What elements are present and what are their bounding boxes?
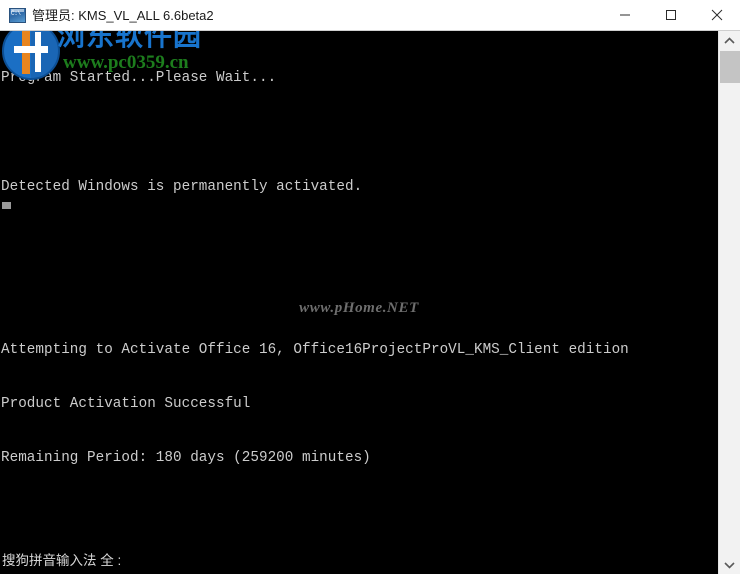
console-line: Remaining Period: 180 days (259200 minut… — [1, 450, 371, 467]
window-controls — [602, 0, 740, 30]
console-line: Program Started...Please Wait... — [1, 70, 277, 87]
ime-status-text: 搜狗拼音输入法 全 : — [2, 553, 122, 568]
console-line: Detected Windows is permanently activate… — [1, 178, 363, 195]
window-title: 管理员: KMS_VL_ALL 6.6beta2 — [32, 8, 214, 23]
vertical-scrollbar[interactable] — [718, 31, 740, 574]
console-text: Program Started...Please Wait... Detecte… — [1, 33, 629, 503]
title-bar-left: 管理员: KMS_VL_ALL 6.6beta2 — [9, 0, 214, 31]
scroll-down-arrow-icon[interactable] — [719, 555, 740, 574]
scroll-up-arrow-icon[interactable] — [719, 31, 740, 50]
console-line: Attempting to Activate Office 16, Office… — [1, 341, 629, 358]
console-output-area[interactable]: Program Started...Please Wait... Detecte… — [0, 31, 718, 574]
text-cursor — [2, 202, 11, 209]
scroll-thumb[interactable] — [720, 51, 740, 83]
maximize-button[interactable] — [648, 0, 694, 30]
close-button[interactable] — [694, 0, 740, 30]
title-bar[interactable]: 管理员: KMS_VL_ALL 6.6beta2 — [0, 0, 740, 31]
minimize-button[interactable] — [602, 0, 648, 30]
cmd-console-icon — [9, 8, 26, 23]
console-window: 管理员: KMS_VL_ALL 6.6beta2 — [0, 0, 740, 574]
console-line: Product Activation Successful — [1, 395, 251, 412]
